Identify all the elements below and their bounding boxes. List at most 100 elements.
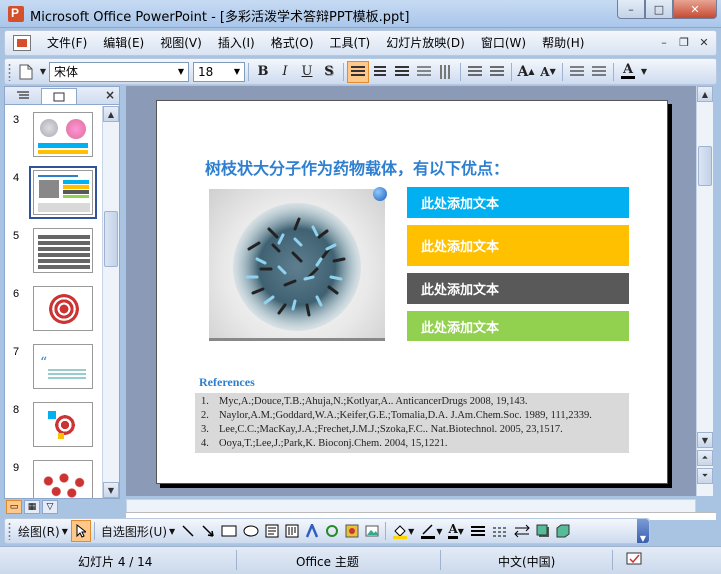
scrollbar-thumb[interactable] [104,211,118,267]
dash-style-icon[interactable] [489,520,511,542]
vertical-text-button[interactable] [435,61,457,83]
picture-icon[interactable] [362,520,382,542]
toolbar-grip[interactable] [8,62,11,81]
increase-indent-button[interactable] [588,61,610,83]
font-name-select[interactable]: 宋体 ▼ [49,61,189,82]
dendrimer-molecule-image[interactable] [209,189,385,341]
menu-slideshow[interactable]: 幻灯片放映(D) [378,31,473,55]
scroll-up-icon[interactable]: ▲ [103,106,119,122]
diagram-icon[interactable] [322,520,342,542]
draw-menu-button[interactable]: 绘图(R) ▼ [15,520,71,542]
font-color-label: A [622,62,634,77]
maximize-button[interactable]: □ [645,0,673,19]
scroll-down-icon[interactable]: ▼ [697,432,713,448]
shadow-style-icon[interactable] [533,520,553,542]
scroll-up-icon[interactable]: ▲ [697,86,713,102]
tab-outline[interactable] [5,88,41,104]
chevron-down-icon[interactable]: ▼ [639,61,649,83]
align-left-button[interactable] [347,60,369,83]
slideshow-view-icon[interactable]: ▽ [42,500,58,514]
menu-insert[interactable]: 插入(I) [210,31,263,55]
numbering-button[interactable] [464,61,486,83]
toolbar-overflow-icon[interactable]: ▼ [637,519,649,543]
underline-button[interactable]: U [296,61,318,83]
menu-file[interactable]: 文件(F) [39,31,95,55]
doc-minimize-icon[interactable]: – [656,35,672,51]
decrease-font-button[interactable]: A ▼ [537,61,559,83]
spelling-check-icon[interactable] [626,551,644,570]
slides-panel-scrollbar[interactable]: ▲ ▼ [102,106,119,498]
doc-restore-icon[interactable]: ❐ [676,35,692,51]
toolbar-grip[interactable] [8,522,11,540]
slide-title[interactable]: 树枝状大分子作为药物载体，有以下优点： [205,155,509,179]
menu-view[interactable]: 视图(V) [152,31,210,55]
references-list[interactable]: 1. Myc,A.;Douce,T.B.;Ahuja,N.;Kotlyar,A..… [195,393,629,453]
font-color-button[interactable]: A [617,61,639,83]
bullets-button[interactable] [486,61,508,83]
thumbnail-slide-6[interactable]: 6 [5,286,103,334]
line-style-icon[interactable] [467,520,489,542]
document-icon[interactable] [13,35,31,51]
normal-view-icon[interactable]: ▭ [6,500,22,514]
close-panel-icon[interactable]: × [105,88,115,102]
slide-sorter-view-icon[interactable]: ▦ [24,500,40,514]
references-heading[interactable]: References [199,375,255,390]
line-tool-icon[interactable] [178,520,198,542]
shadow-button[interactable]: S [318,61,340,83]
font-size-select[interactable]: 18 ▼ [193,61,245,82]
minimize-button[interactable]: – [617,0,645,19]
vertical-textbox-icon[interactable] [282,520,302,542]
fill-color-icon[interactable]: ▼ [389,520,417,542]
menu-edit[interactable]: 编辑(E) [95,31,152,55]
previous-slide-icon[interactable]: ⏶ [697,450,713,466]
chevron-down-icon[interactable]: ▼ [174,63,188,81]
new-document-icon[interactable] [15,61,37,83]
wordart-icon[interactable] [302,520,322,542]
text-bar-3[interactable]: 此处添加文本 [407,273,629,304]
next-slide-icon[interactable]: ⏷ [697,468,713,484]
italic-button[interactable]: I [274,61,296,83]
slide-horizontal-scrollbar[interactable] [126,499,696,513]
text-bar-2[interactable]: 此处添加文本 [407,225,629,266]
clipart-icon[interactable] [342,520,362,542]
text-bar-4[interactable]: 此处添加文本 [407,311,629,341]
close-button[interactable]: ✕ [673,0,717,19]
tab-slides[interactable] [41,88,77,104]
slide-canvas[interactable]: 树枝状大分子作为药物载体，有以下优点： 此处添加文本 此处添加文本 此处添加文本… [156,100,668,484]
arrow-style-icon[interactable] [511,520,533,542]
menu-format[interactable]: 格式(O) [263,31,322,55]
align-center-button[interactable] [369,61,391,83]
powerpoint-app-icon[interactable] [8,6,24,22]
menu-tools[interactable]: 工具(T) [322,31,379,55]
oval-tool-icon[interactable] [240,520,262,542]
thumbnail-slide-3[interactable]: 3 [5,112,103,160]
font-color-icon[interactable]: A ▼ [445,520,466,542]
thumbnail-slide-4[interactable]: 4 [5,166,103,219]
rectangle-tool-icon[interactable] [218,520,240,542]
thumbnail-slide-5[interactable]: 5 [5,228,103,276]
autoshapes-menu-button[interactable]: 自选图形(U) ▼ [98,520,178,542]
slide-vertical-scrollbar[interactable]: ▲ ▼ ⏶ ⏷ [696,86,713,496]
thumbnail-slide-9[interactable]: 9 [5,460,103,498]
arrow-tool-icon[interactable] [198,520,218,542]
menu-help[interactable]: 帮助(H) [534,31,592,55]
scrollbar-thumb[interactable] [698,146,712,186]
align-right-button[interactable] [391,61,413,83]
thumbnail-slide-8[interactable]: 8 [5,402,103,450]
3d-style-icon[interactable] [553,520,573,542]
distribute-button[interactable] [413,61,435,83]
decrease-indent-button[interactable] [566,61,588,83]
textbox-tool-icon[interactable] [262,520,282,542]
doc-close-icon[interactable]: ✕ [696,35,712,51]
select-pointer-icon[interactable] [70,520,91,542]
slide-thumbnails: 3 4 5 6 7 “ 8 9 [5,106,103,498]
scroll-down-icon[interactable]: ▼ [103,482,119,498]
thumbnail-slide-7[interactable]: 7 “ [5,344,103,392]
menu-window[interactable]: 窗口(W) [473,31,534,55]
chevron-down-icon[interactable]: ▼ [230,63,244,81]
toolbar-options-icon[interactable]: ▼ [37,61,49,83]
text-bar-1[interactable]: 此处添加文本 [407,187,629,218]
line-color-icon[interactable]: ▼ [417,520,445,542]
bold-button[interactable]: B [252,61,274,83]
increase-font-button[interactable]: A ▲ [515,61,537,83]
